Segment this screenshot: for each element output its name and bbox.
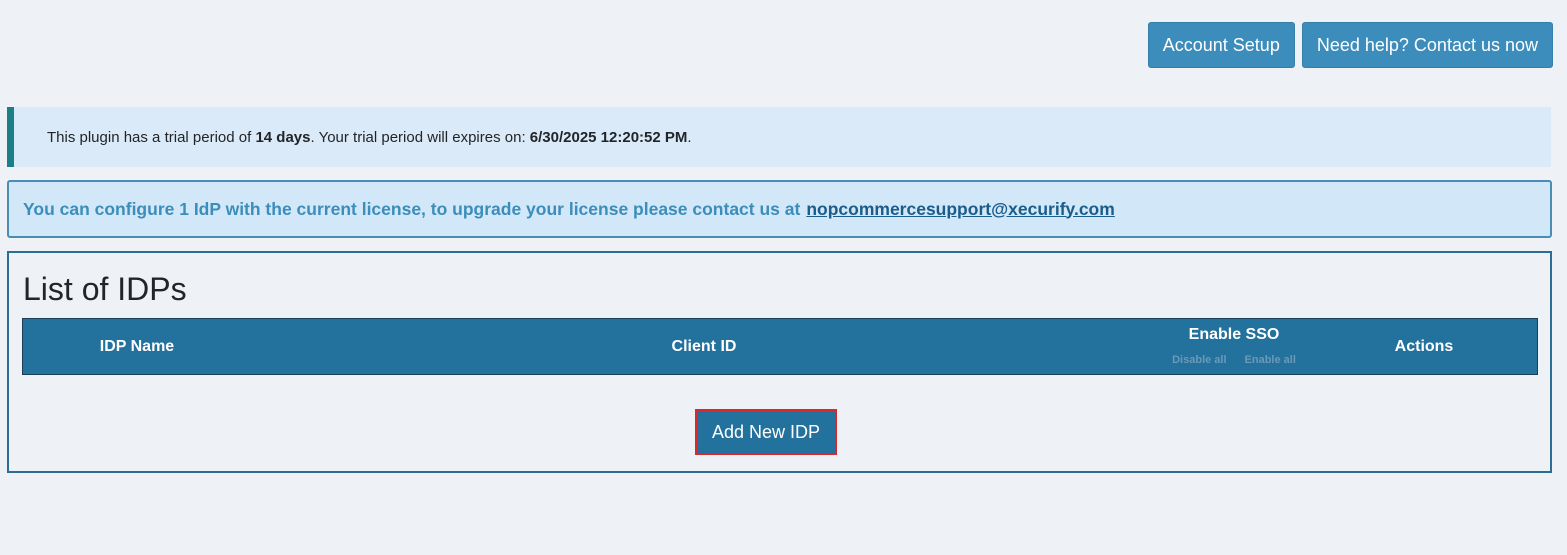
top-actions: Account Setup Need help? Contact us now [1147, 22, 1553, 68]
sso-bulk-actions: Disable all Enable all [1172, 354, 1296, 366]
license-alert: You can configure 1 IdP with the current… [7, 180, 1552, 238]
column-header-client-id: Client ID [671, 337, 737, 355]
idp-list-panel: List of IDPs IDP Name Client ID Enable S… [7, 251, 1552, 473]
idp-list-title: List of IDPs [23, 271, 187, 307]
disable-all-link[interactable]: Disable all [1172, 354, 1226, 366]
account-setup-button[interactable]: Account Setup [1147, 22, 1295, 68]
column-header-idp-name: IDP Name [99, 337, 175, 355]
trial-expiry: 6/30/2025 12:20:52 PM [529, 128, 688, 146]
trial-text: This plugin has a trial period of 14 day… [47, 129, 692, 146]
trial-middle: . Your trial period will expires on: [310, 128, 530, 146]
license-message: You can configure 1 IdP with the current… [23, 198, 801, 219]
enable-all-link[interactable]: Enable all [1245, 354, 1296, 366]
idp-table-header: IDP Name Client ID Enable SSO Disable al… [22, 318, 1538, 375]
trial-period-callout: This plugin has a trial period of 14 day… [7, 107, 1551, 167]
column-header-actions: Actions [1394, 337, 1454, 355]
trial-suffix: . [687, 128, 692, 146]
column-header-enable-sso: Enable SSO Disable all Enable all [1157, 319, 1311, 374]
enable-sso-label: Enable SSO [1188, 325, 1280, 343]
trial-days: 14 days [255, 128, 311, 146]
trial-prefix: This plugin has a trial period of [47, 128, 256, 146]
add-new-idp-button[interactable]: Add New IDP [695, 409, 837, 455]
contact-help-button[interactable]: Need help? Contact us now [1301, 22, 1553, 68]
support-email-link[interactable]: nopcommercesupport@xecurify.com [806, 199, 1114, 220]
